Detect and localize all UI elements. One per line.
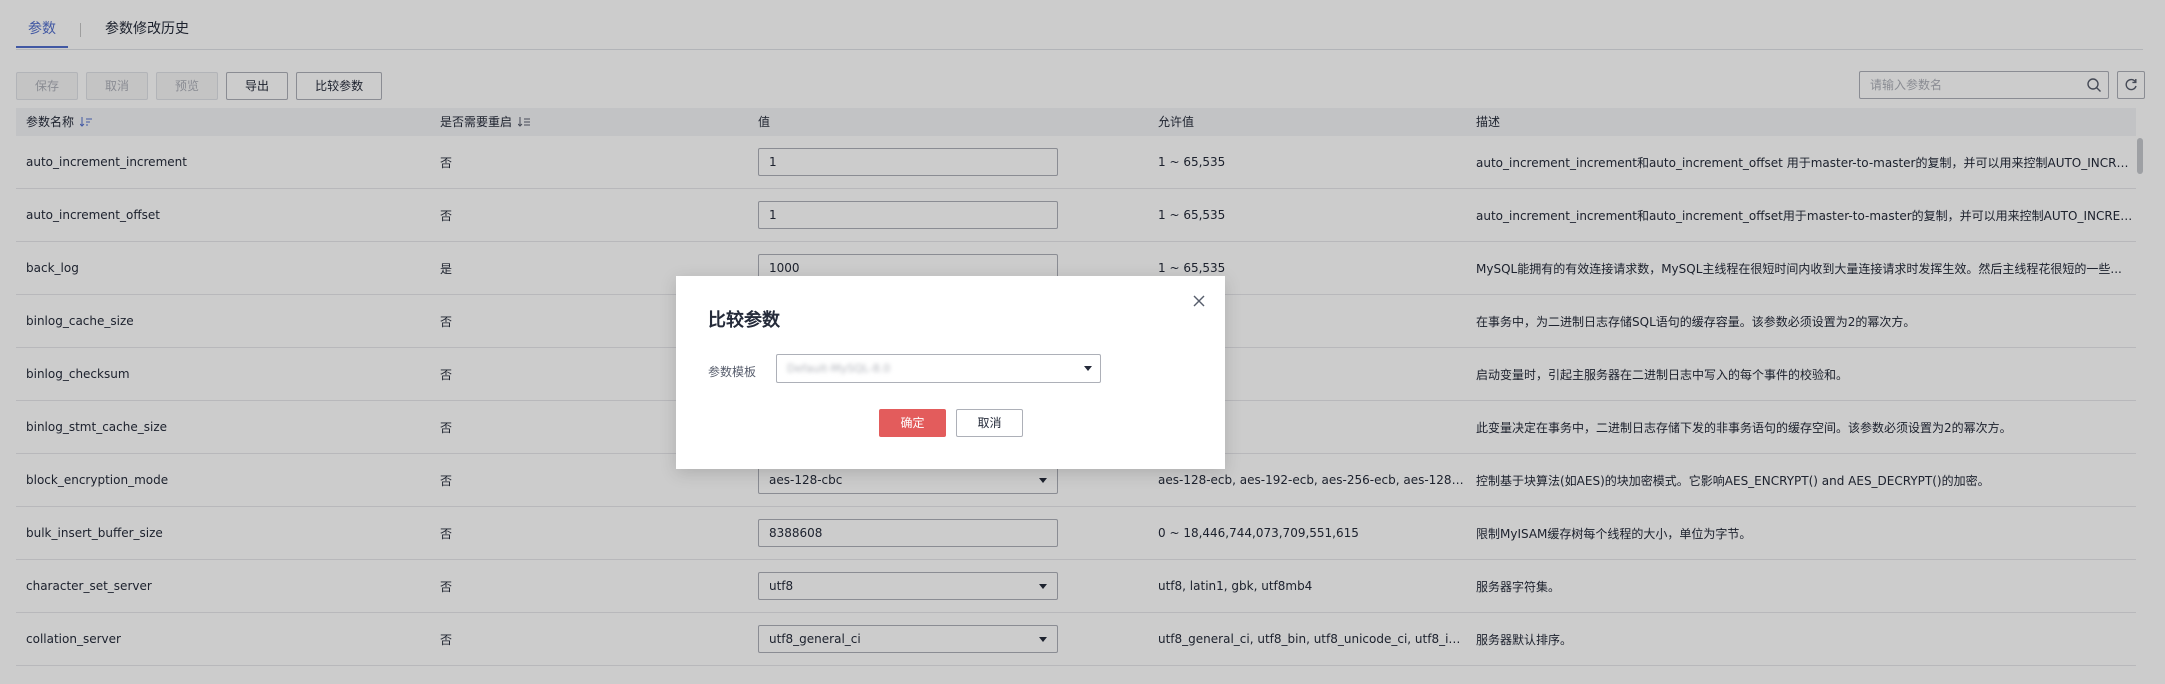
template-selected-value: Default-MySQL-8.0 bbox=[787, 362, 891, 375]
chevron-down-icon bbox=[1084, 366, 1092, 371]
confirm-button[interactable]: 确定 bbox=[879, 409, 946, 437]
compare-parameters-dialog: 比较参数 参数模板 Default-MySQL-8.0 确定 取消 bbox=[676, 276, 1225, 469]
dialog-title: 比较参数 bbox=[708, 310, 780, 331]
close-icon[interactable] bbox=[1192, 294, 1206, 308]
template-label: 参数模板 bbox=[708, 365, 757, 379]
dialog-cancel-button[interactable]: 取消 bbox=[956, 409, 1023, 437]
template-select[interactable]: Default-MySQL-8.0 bbox=[776, 354, 1101, 383]
